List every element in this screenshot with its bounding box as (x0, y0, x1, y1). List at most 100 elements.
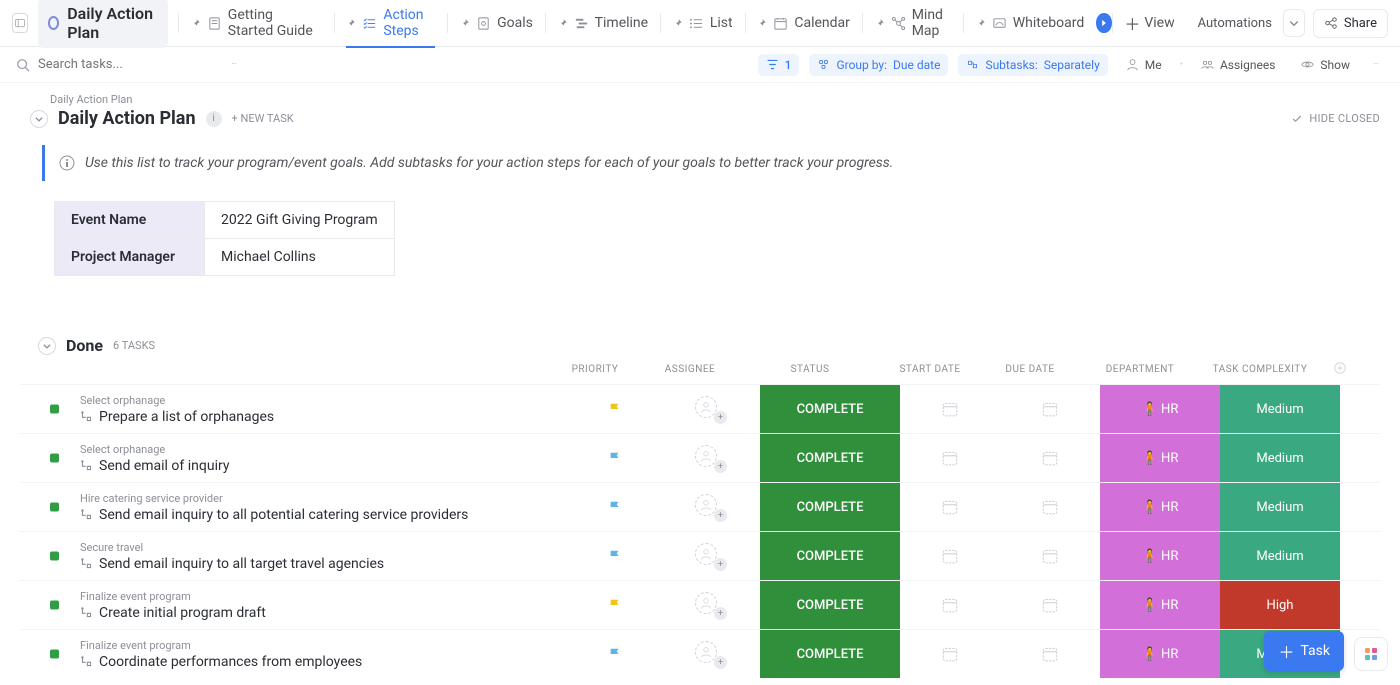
task-main[interactable]: Secure travel Send email inquiry to all t… (20, 532, 570, 580)
cell-start-date[interactable] (900, 483, 1000, 531)
task-parent[interactable]: Select orphanage (80, 443, 229, 456)
cell-start-date[interactable] (900, 581, 1000, 629)
new-task-row[interactable]: + New task (20, 678, 1380, 685)
cell-priority[interactable] (570, 385, 660, 433)
task-parent[interactable]: Secure travel (80, 541, 384, 554)
cell-complexity[interactable]: Medium (1220, 385, 1340, 433)
task-parent[interactable]: Hire catering service provider (80, 492, 468, 505)
space-chip[interactable]: Daily Action Plan (38, 0, 168, 48)
calendar-icon[interactable] (941, 449, 959, 467)
col-add[interactable] (1320, 361, 1360, 378)
cell-start-date[interactable] (900, 385, 1000, 433)
task-name[interactable]: Send email inquiry to all potential cate… (99, 507, 468, 523)
calendar-icon[interactable] (1041, 498, 1059, 516)
view-tab-steps[interactable]: Action Steps (334, 0, 447, 47)
assignee-add[interactable]: + (695, 592, 725, 618)
assignee-add[interactable]: + (695, 543, 725, 569)
assignee-add[interactable]: + (695, 445, 725, 471)
add-view-button[interactable]: ＋ View (1112, 11, 1186, 35)
col-assignee[interactable]: ASSIGNEE (640, 364, 740, 375)
cell-assignee[interactable]: + (660, 483, 760, 531)
cell-assignee[interactable]: + (660, 581, 760, 629)
calendar-icon[interactable] (1041, 449, 1059, 467)
groupby-chip[interactable]: Group by: Due date (809, 54, 948, 76)
task-main[interactable]: Hire catering service provider Send email… (20, 483, 570, 531)
cell-assignee[interactable]: + (660, 532, 760, 580)
cell-status[interactable]: COMPLETE (760, 630, 900, 678)
task-name[interactable]: Send email inquiry to all target travel … (99, 556, 384, 572)
breadcrumb[interactable]: Daily Action Plan (50, 93, 1380, 106)
calendar-icon[interactable] (1041, 645, 1059, 663)
cell-assignee[interactable]: + (660, 434, 760, 482)
meta-value[interactable]: 2022 Gift Giving Program (205, 202, 395, 239)
cell-due-date[interactable] (1000, 483, 1100, 531)
status-square[interactable] (50, 503, 59, 512)
cell-due-date[interactable] (1000, 434, 1100, 482)
task-name[interactable]: Create initial program draft (99, 605, 266, 621)
new-task-inline[interactable]: + NEW TASK (232, 112, 294, 125)
cell-complexity[interactable]: Medium (1220, 532, 1340, 580)
priority-flag-icon[interactable] (608, 549, 622, 563)
cell-due-date[interactable] (1000, 581, 1100, 629)
cell-assignee[interactable]: + (660, 630, 760, 678)
cell-department[interactable]: 🧍 HR (1100, 385, 1220, 433)
cell-priority[interactable] (570, 581, 660, 629)
share-button[interactable]: Share (1313, 9, 1388, 38)
assignee-add[interactable]: + (695, 641, 725, 667)
cell-due-date[interactable] (1000, 385, 1100, 433)
create-task-fab[interactable]: ＋ Task (1264, 631, 1344, 671)
toolbar-more-icon[interactable] (1368, 63, 1384, 67)
hide-closed-toggle[interactable]: HIDE CLOSED (1291, 112, 1380, 125)
priority-flag-icon[interactable] (608, 402, 622, 416)
list-collapse[interactable] (30, 110, 48, 128)
cell-department[interactable]: 🧍 HR (1100, 630, 1220, 678)
col-due[interactable]: DUE DATE (980, 364, 1080, 375)
apps-fab[interactable] (1354, 637, 1388, 671)
task-main[interactable]: Finalize event program Create initial pro… (20, 581, 570, 629)
cell-priority[interactable] (570, 434, 660, 482)
cell-start-date[interactable] (900, 532, 1000, 580)
col-priority[interactable]: PRIORITY (550, 364, 640, 375)
cell-complexity[interactable]: Medium (1220, 434, 1340, 482)
more-icon[interactable] (226, 63, 242, 67)
cell-start-date[interactable] (900, 434, 1000, 482)
group-name[interactable]: Done (66, 336, 103, 355)
view-tab-calendar[interactable]: Calendar (745, 0, 862, 47)
view-tab-whiteboard[interactable]: Whiteboard (964, 0, 1097, 47)
cell-department[interactable]: 🧍 HR (1100, 483, 1220, 531)
task-name[interactable]: Send email of inquiry (99, 458, 229, 474)
cell-status[interactable]: COMPLETE (760, 532, 900, 580)
cell-status[interactable]: COMPLETE (760, 434, 900, 482)
task-parent[interactable]: Finalize event program (80, 639, 362, 652)
status-square[interactable] (50, 650, 59, 659)
task-row[interactable]: Select orphanagePrepare a list of orphan… (20, 384, 1380, 433)
status-square[interactable] (50, 601, 59, 610)
col-start[interactable]: START DATE (880, 364, 980, 375)
task-main[interactable]: Finalize event programCoordinate perform… (20, 630, 570, 678)
col-complex[interactable]: TASK COMPLEXITY (1200, 364, 1320, 375)
cell-priority[interactable] (570, 630, 660, 678)
view-tab-timeline[interactable]: Timeline (546, 0, 660, 47)
info-icon[interactable]: i (206, 111, 222, 127)
group-collapse[interactable] (38, 337, 56, 355)
meta-value[interactable]: Michael Collins (205, 239, 395, 276)
cell-due-date[interactable] (1000, 630, 1100, 678)
me-chip[interactable]: Me (1118, 54, 1170, 76)
assignee-add[interactable]: + (695, 494, 725, 520)
cell-assignee[interactable]: + (660, 385, 760, 433)
task-row[interactable]: Select orphanage Send email of inquiry + CO… (20, 433, 1380, 482)
cell-status[interactable]: COMPLETE (760, 581, 900, 629)
calendar-icon[interactable] (1041, 547, 1059, 565)
filter-chip[interactable]: 1 (758, 54, 800, 76)
cell-complexity[interactable]: Medium (1220, 483, 1340, 531)
col-status[interactable]: STATUS (740, 364, 880, 375)
status-square[interactable] (50, 405, 59, 414)
task-parent[interactable]: Finalize event program (80, 590, 266, 603)
calendar-icon[interactable] (941, 596, 959, 614)
task-parent[interactable]: Select orphanage (80, 394, 274, 407)
cell-department[interactable]: 🧍 HR (1100, 434, 1220, 482)
cell-department[interactable]: 🧍 HR (1100, 581, 1220, 629)
assignees-chip[interactable]: Assignees (1193, 54, 1283, 76)
sidebar-toggle[interactable] (12, 13, 28, 33)
view-tab-goals[interactable]: Goals (448, 0, 545, 47)
